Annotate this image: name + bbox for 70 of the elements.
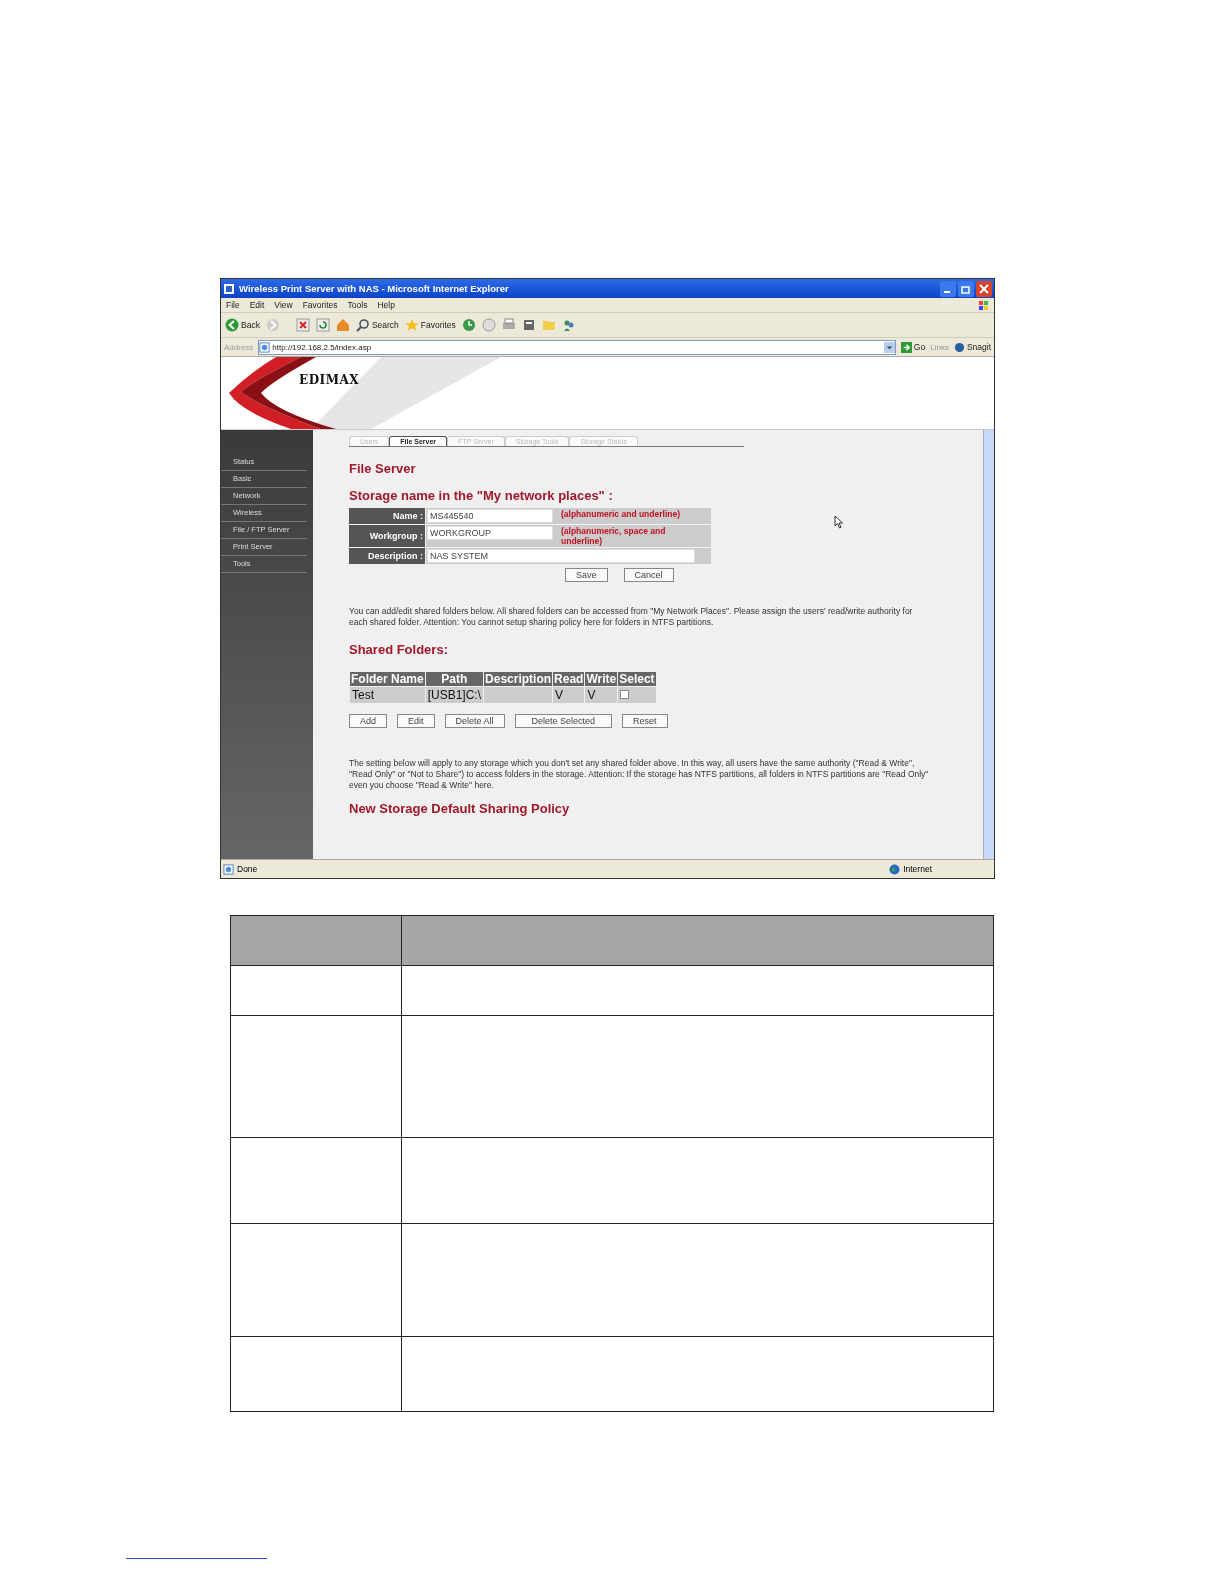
- back-button[interactable]: Back: [225, 318, 260, 332]
- search-button[interactable]: Search: [355, 318, 399, 332]
- menu-item[interactable]: Edit: [249, 299, 265, 311]
- refresh-icon[interactable]: [315, 318, 330, 332]
- info-paragraph: You can add/edit shared folders below. All shared folders can be accessed from "My Network Places". Please assign the users' read/write authority for each shared folder. Attention: You cannot setup sharing policy here for folders in NTFS partitions.: [349, 606, 914, 629]
- favorites-button[interactable]: Favorites: [404, 318, 456, 332]
- form-button[interactable]: Save: [565, 568, 608, 582]
- page-icon: [259, 341, 271, 353]
- mouse-pointer-icon: [834, 515, 844, 529]
- menu-item[interactable]: Tools: [347, 299, 368, 311]
- field-hint: (alphanumeric, space and underline): [561, 526, 667, 546]
- print-icon[interactable]: [501, 318, 516, 332]
- go-button[interactable]: Go: [900, 341, 926, 353]
- address-label: Address: [224, 342, 254, 352]
- form-button[interactable]: Cancel: [623, 568, 674, 582]
- column-header: Description: [484, 672, 553, 687]
- table-button[interactable]: Add: [349, 714, 387, 729]
- minimize-icon[interactable]: [940, 280, 956, 297]
- section-heading: New Storage Default Sharing Policy: [349, 801, 571, 817]
- history-icon[interactable]: [461, 318, 476, 332]
- scrollbar[interactable]: [983, 430, 994, 859]
- status-text: Done: [237, 864, 258, 874]
- table-cell: V: [553, 687, 585, 704]
- input-field[interactable]: WORKGROUP: [427, 526, 553, 540]
- table-cell: Test: [350, 687, 425, 704]
- input-field[interactable]: NAS SYSTEM: [427, 549, 695, 563]
- window-title: Wireless Print Server with NAS - Microsoft Internet Explorer: [239, 283, 510, 294]
- address-field[interactable]: http://192.168.2.5/index.asp: [258, 339, 896, 355]
- globe-icon: [889, 863, 901, 875]
- menu-item[interactable]: Help: [377, 299, 395, 311]
- field-label: Description :: [349, 548, 425, 564]
- table-button[interactable]: Reset: [622, 714, 668, 729]
- menu-item[interactable]: File: [226, 299, 240, 311]
- table-cell: [USB1]C:\: [425, 687, 484, 704]
- circle-icon: [953, 341, 965, 353]
- input-field[interactable]: MS445540: [427, 509, 553, 523]
- windows-logo-icon: [978, 299, 989, 311]
- zone-text: Internet: [903, 864, 932, 874]
- url-text: http://192.168.2.5/index.asp: [272, 342, 373, 352]
- page-icon: [223, 863, 234, 875]
- people-icon[interactable]: [561, 318, 576, 332]
- field-label: Name :: [349, 508, 425, 524]
- close-icon[interactable]: [976, 280, 992, 297]
- menu-item[interactable]: Favorites: [302, 299, 338, 311]
- column-header: Folder Name: [350, 672, 425, 687]
- home-icon[interactable]: [335, 318, 350, 332]
- stop-icon[interactable]: [295, 318, 310, 332]
- select-checkbox[interactable]: [620, 690, 630, 700]
- table-button[interactable]: Edit: [397, 714, 435, 729]
- column-header: Read: [553, 672, 585, 687]
- menu-item[interactable]: View: [274, 299, 293, 311]
- column-header: Path: [425, 672, 484, 687]
- logo: EDIMAX: [299, 373, 360, 387]
- column-header: Write: [585, 672, 618, 687]
- star-icon: [404, 318, 419, 332]
- window-icon: [223, 282, 235, 295]
- info-paragraph: The setting below will apply to any storage which you don't set any shared folder above. In this way, all users have the same authority ("Read & Write", "Read Only" or "Not to Share") to access folders in the storage. Attention: If the storage has NTFS partitions, all folders in NTFS partitions are "Read Only" even you choose "Read & Write" here.: [349, 758, 930, 792]
- arrow-icon: [900, 341, 912, 353]
- table-button[interactable]: Delete Selected: [514, 714, 613, 729]
- section-heading: Shared Folders:: [349, 642, 449, 658]
- field-label: Workgroup :: [349, 525, 425, 547]
- snagit-button[interactable]: Snagit: [953, 341, 991, 353]
- table-button[interactable]: Delete All: [444, 714, 505, 729]
- table-cell: V: [585, 687, 618, 704]
- search-icon: [355, 318, 370, 332]
- section-heading: Storage name in the "My network places" :: [349, 488, 614, 503]
- field-hint: (alphanumeric and underline): [561, 509, 682, 519]
- restore-icon[interactable]: [958, 280, 974, 297]
- page-title: File Server: [349, 461, 417, 476]
- column-header: Select: [618, 672, 656, 687]
